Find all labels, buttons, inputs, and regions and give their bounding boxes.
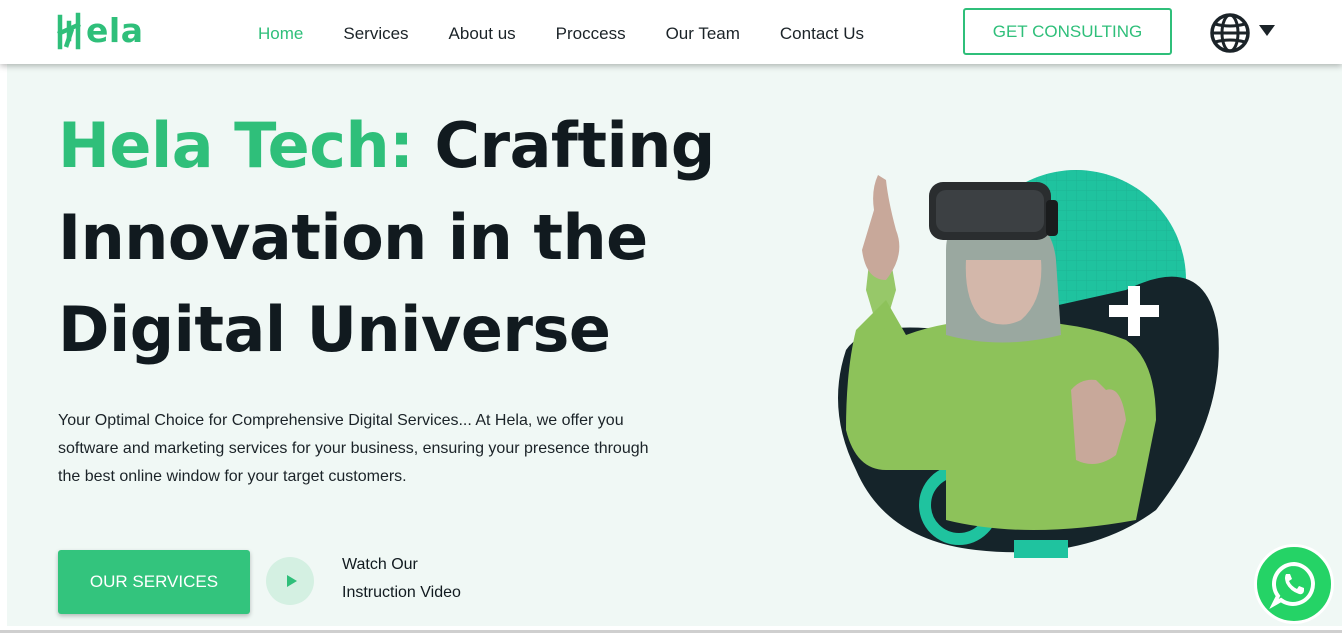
nav-item-about-us[interactable]: About us xyxy=(449,22,516,46)
logo[interactable]: ela xyxy=(56,8,166,54)
hero-title-accent: Hela Tech: xyxy=(58,109,414,182)
hero-illustration xyxy=(838,170,1219,558)
hela-h-icon xyxy=(57,12,81,50)
watch-line-1: Watch Our xyxy=(342,556,418,573)
watch-line-2: Instruction Video xyxy=(342,584,461,601)
teal-bar-shape xyxy=(1014,540,1068,558)
hero-description: Your Optimal Choice for Comprehensive Di… xyxy=(58,412,649,485)
nav-item-process[interactable]: Proccess xyxy=(556,22,626,46)
site-header: ela Home Services About us Proccess Our … xyxy=(0,0,1342,64)
nav-item-home[interactable]: Home xyxy=(258,22,303,46)
main-nav: Home Services About us Proccess Our Team… xyxy=(258,22,904,46)
play-video-button[interactable] xyxy=(266,557,314,605)
logo-text: ela xyxy=(86,11,144,50)
whatsapp-icon xyxy=(1269,561,1315,609)
globe-icon xyxy=(1210,13,1250,53)
hero-title-line1: Crafting xyxy=(434,109,716,182)
hero-title: Hela Tech: Crafting Innovation in the Di… xyxy=(58,100,758,376)
play-icon xyxy=(286,575,297,587)
get-consulting-button[interactable]: GET CONSULTING xyxy=(963,8,1172,55)
chevron-down-icon xyxy=(1259,24,1275,36)
nav-item-contact-us[interactable]: Contact Us xyxy=(780,22,864,46)
nav-item-our-team[interactable]: Our Team xyxy=(666,22,740,46)
whatsapp-button[interactable] xyxy=(1254,544,1334,624)
language-selector[interactable] xyxy=(1209,12,1275,54)
hero-title-line2: Innovation in the xyxy=(58,201,648,274)
watch-video-link[interactable]: Watch Our Instruction Video xyxy=(342,551,502,607)
nav-item-services[interactable]: Services xyxy=(343,22,408,46)
hero-title-line3: Digital Universe xyxy=(58,293,611,366)
raised-hand-shape xyxy=(862,175,900,280)
our-services-button[interactable]: OUR SERVICES xyxy=(58,550,250,614)
